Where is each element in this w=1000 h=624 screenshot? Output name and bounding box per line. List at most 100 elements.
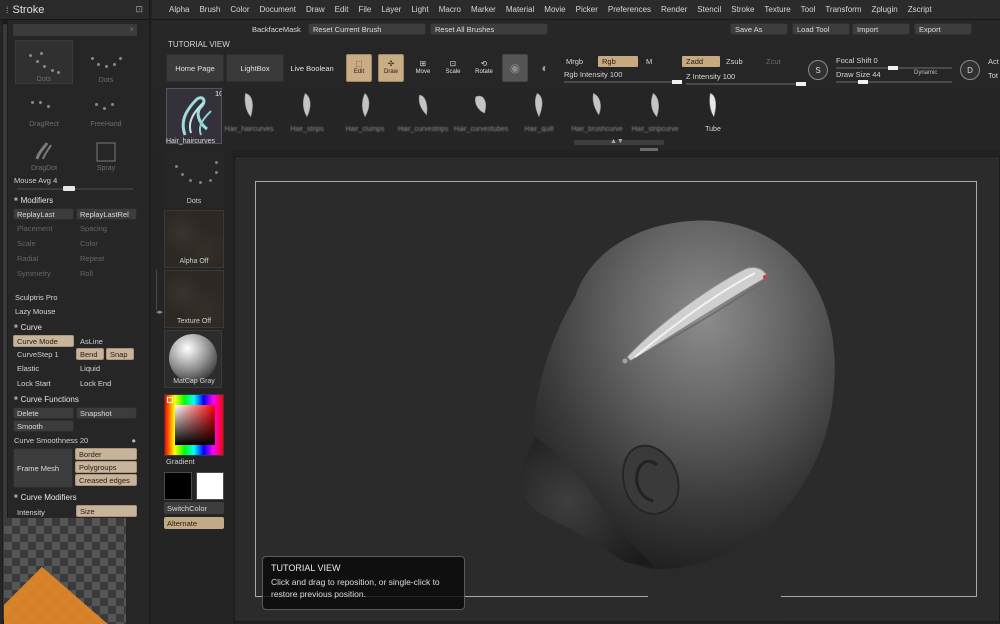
brush-row-scrollbar[interactable]: ▲▼ [574,138,664,145]
material-thumbnail[interactable]: MatCap Gray [164,330,224,388]
rgb-intensity-slider[interactable]: Rgb Intensity 100 [564,70,682,84]
dynamic-button[interactable]: Dynamic [914,70,937,76]
lazy-mouse-section[interactable]: Lazy Mouse [11,304,139,318]
menu-item-document[interactable]: Document [255,5,301,14]
rgb-button[interactable]: Rgb [598,56,638,67]
edit-mode-button[interactable]: ⬚ Edit [346,54,372,82]
curve-functions-section[interactable]: ■ Curve Functions [11,392,139,406]
alternate-button[interactable]: Alternate [164,517,224,529]
stroke-type-dots-alt[interactable]: Dots [77,40,135,84]
slider-track[interactable] [686,83,800,85]
menu-item-color[interactable]: Color [225,5,254,14]
curve-mode-button[interactable]: Curve Mode [13,335,74,347]
stroke-type-dragdot[interactable]: DragDot [15,130,73,172]
replay-last-rel-button[interactable]: ReplayLastRel [76,208,137,220]
curve-end-point[interactable] [763,275,767,279]
menu-item-file[interactable]: File [353,5,376,14]
focal-shift-slider[interactable]: Focal Shift 0 [836,56,952,70]
snapshot-button[interactable]: Snapshot [76,407,137,419]
brush-item[interactable]: Hair_clumps [340,90,390,133]
lock-start-button[interactable]: Lock Start [13,376,74,390]
intensity-button[interactable]: Intensity [13,505,74,519]
menu-item-render[interactable]: Render [656,5,692,14]
menu-item-alpha[interactable]: Alpha [164,5,194,14]
size-button[interactable]: Size [76,505,137,517]
brush-item[interactable]: Hair_brushcurve [571,90,623,133]
menu-item-preferences[interactable]: Preferences [603,5,656,14]
slider-knob[interactable] [672,80,682,84]
backface-mask-button[interactable]: BackfaceMask [248,23,305,35]
tray-pin-icon[interactable]: ⊡ [135,4,143,15]
menu-item-movie[interactable]: Movie [539,5,570,14]
live-boolean-button[interactable]: Live Boolean [286,54,338,82]
curve-modifiers-section[interactable]: ■ Curve Modifiers [11,490,139,504]
modifiers-section[interactable]: ■ Modifiers [11,193,139,207]
brush-d-icon[interactable]: D [960,60,980,80]
menu-item-marker[interactable]: Marker [466,5,501,14]
z-intensity-slider[interactable]: Z Intensity 100 [686,72,806,86]
border-button[interactable]: Border [75,448,137,460]
draw-mode-button[interactable]: ✣ Draw [378,54,404,82]
brush-item[interactable]: Hair_curvestubes [454,90,508,133]
slider-knob[interactable] [858,80,868,84]
menu-item-light[interactable]: Light [406,5,433,14]
home-page-button[interactable]: Home Page [166,54,224,82]
rotate-mode-button[interactable]: ⟲ Rotate [470,54,498,82]
alpha-thumbnail[interactable]: Alpha Off [164,210,224,268]
color-picker-swatch[interactable] [164,394,224,456]
save-as-button[interactable]: Save As [730,23,788,35]
main-color-swatch[interactable] [164,472,192,500]
menu-item-edit[interactable]: Edit [330,5,354,14]
sculptris-pro-section[interactable]: Sculptris Pro [11,290,139,304]
brush-item[interactable]: Hair_haircurves [224,90,274,133]
zsub-button[interactable]: Zsub [722,56,747,67]
curve-smoothness-slider[interactable]: Curve Smoothness 20 ● [11,433,139,447]
menu-item-brush[interactable]: Brush [194,5,225,14]
tray-grip-icon[interactable]: ⁞ [6,5,9,15]
color-marker[interactable] [167,397,173,403]
draw-size-slider[interactable]: Draw Size 44 Dynamic [836,70,952,84]
menu-item-transform[interactable]: Transform [820,5,866,14]
document-canvas[interactable] [234,156,1000,622]
curve-step-slider[interactable]: CurveStep 1 [13,348,74,360]
menu-item-texture[interactable]: Texture [759,5,795,14]
menu-item-zscript[interactable]: Zscript [903,5,937,14]
reset-current-brush-button[interactable]: Reset Current Brush [308,23,426,35]
delete-button[interactable]: Delete [13,407,74,419]
brush-item[interactable]: Tube [688,90,738,133]
texture-thumbnail[interactable]: Texture Off [164,270,224,328]
stroke-type-freehand[interactable]: FreeHand [77,86,135,128]
elastic-button[interactable]: Elastic [13,361,74,375]
mrgb-button[interactable]: Mrgb [562,56,587,67]
stroke-type-dots[interactable]: Dots [15,40,73,84]
zcut-button[interactable]: Zcut [762,56,785,67]
import-button[interactable]: Import [852,23,910,35]
switch-color-button[interactable]: SwitchColor [164,502,224,514]
polygroups-button[interactable]: Polygroups [75,461,137,473]
frame-mesh-button[interactable]: Frame Mesh [13,448,73,488]
m-button[interactable]: M [642,56,656,67]
stroke-thumbnail[interactable]: Dots [164,150,224,208]
sculpt-mode-button[interactable]: ◉ [502,54,528,82]
lightbox-button[interactable]: LightBox [226,54,284,82]
menu-item-picker[interactable]: Picker [571,5,603,14]
zadd-button[interactable]: Zadd [682,56,720,67]
mouse-avg-track[interactable] [17,186,133,191]
curve-modifier-graph[interactable] [4,518,126,624]
lock-end-button[interactable]: Lock End [76,376,137,390]
settings-dot-icon[interactable]: ● [131,436,136,445]
stroke-search-field[interactable]: × [13,24,137,36]
viewport-render[interactable] [235,157,1000,622]
menu-item-stroke[interactable]: Stroke [726,5,759,14]
gradient-label[interactable]: Gradient [166,457,195,466]
menu-item-draw[interactable]: Draw [301,5,330,14]
menu-item-stencil[interactable]: Stencil [692,5,726,14]
snap-button[interactable]: Snap [106,348,134,360]
slider-knob[interactable] [63,186,75,191]
reset-all-brushes-button[interactable]: Reset All Brushes [430,23,548,35]
brush-item[interactable]: Hair_quill [514,90,564,133]
close-icon[interactable]: × [129,25,134,34]
secondary-color-swatch[interactable] [196,472,224,500]
export-button[interactable]: Export [914,23,972,35]
menu-item-layer[interactable]: Layer [376,5,406,14]
